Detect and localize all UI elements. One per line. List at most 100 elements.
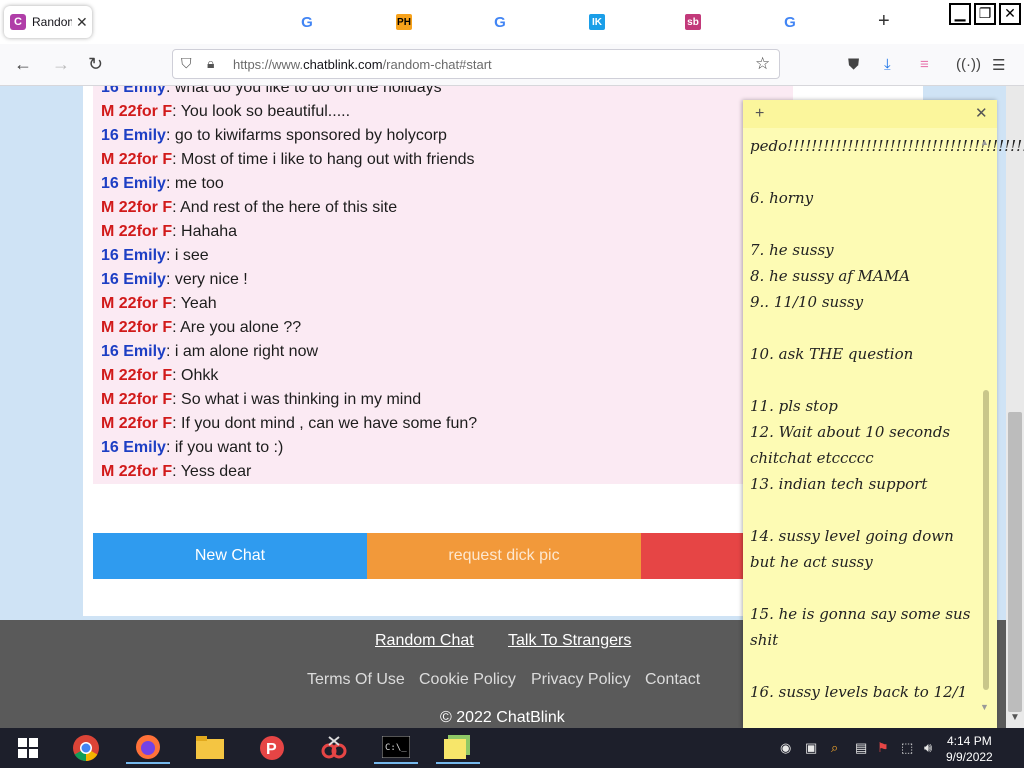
taskbar-clock[interactable]: 4:14 PM 9/9/2022 <box>946 733 993 765</box>
taskbar: P C:\_ ◉ ▣ ⌕ ▤ ⚑ ⬚ 🔊︎ 4:14 PM 9/9/2022 <box>0 728 1024 768</box>
tab-title: Random <box>32 15 72 29</box>
scroll-down-icon[interactable]: ▼ <box>1010 712 1020 723</box>
sticky-notes-icon[interactable] <box>436 732 480 764</box>
page-scrollbar-thumb[interactable] <box>1008 412 1022 712</box>
extension-flag-icon[interactable]: ≡ <box>920 56 929 73</box>
svg-text:C:\_: C:\_ <box>385 743 407 753</box>
chat-message: 16 Emily: if you want to :) <box>101 439 284 456</box>
note-line: 12. Wait about 10 seconds <box>750 423 951 441</box>
new-chat-button[interactable]: New Chat <box>93 533 367 579</box>
google-tab-icon[interactable]: G <box>782 14 798 31</box>
sb-tab-icon[interactable]: sb <box>685 14 701 30</box>
chat-message: M 22for F: You look so beautiful..... <box>101 103 351 120</box>
command-prompt-icon[interactable]: C:\_ <box>374 732 418 764</box>
chat-message: M 22for F: Are you alone ?? <box>101 319 302 336</box>
copyright-text: © 2022 ChatBlink <box>440 709 565 726</box>
back-icon[interactable]: ← <box>14 54 32 75</box>
chat-message: M 22for F: And rest of the here of this … <box>101 199 398 216</box>
note-line: 10. ask THE question <box>750 345 914 363</box>
windows-start-icon[interactable] <box>6 732 50 764</box>
add-note-icon[interactable]: + <box>755 105 764 123</box>
note-line: 15. he is gonna say some sus <box>750 605 971 623</box>
note-line: 9.. 11/10 sussy <box>750 293 864 311</box>
new-tab-icon[interactable]: + <box>878 10 890 33</box>
url-bar[interactable]: ⛉ 🔒︎ https://www.chatblink.com/random-ch… <box>172 49 780 79</box>
clock-time: 4:14 PM <box>947 734 992 748</box>
extension-icon[interactable]: ((·)) <box>956 56 981 73</box>
bookmark-star-icon[interactable]: ☆ <box>755 54 770 74</box>
note-line: 14. sussy level going down <box>750 527 954 545</box>
firefox-icon[interactable] <box>126 732 170 764</box>
chat-message: 16 Emily: me too <box>101 175 224 192</box>
note-line: but he act sussy <box>750 553 873 571</box>
footer-link-cookie[interactable]: Cookie Policy <box>419 671 516 689</box>
close-window-icon[interactable]: ✕ <box>999 3 1021 25</box>
note-line[interactable]: 16. sussy levels back to 12/1 <box>750 683 967 701</box>
note-line: 7. he sussy <box>750 241 834 259</box>
chat-message: 16 Emily: i see <box>101 247 209 264</box>
note-scrollbar-thumb[interactable] <box>983 390 989 690</box>
note-line: chitchat etccccc <box>750 449 874 467</box>
sticky-note-header[interactable] <box>743 100 997 128</box>
navigation-bar: ← → ↻ ⛉ 🔒︎ https://www.chatblink.com/ran… <box>0 44 1024 86</box>
tray-app-icon[interactable]: ▤ <box>855 740 867 756</box>
url-text[interactable]: https://www.chatblink.com/random-chat#st… <box>233 57 492 72</box>
chatblink-favicon-icon: C <box>10 14 26 30</box>
tray-flag-icon[interactable]: ⚑ <box>877 740 889 756</box>
forward-icon[interactable]: → <box>52 54 70 75</box>
note-scroll-down-icon[interactable]: ▼ <box>980 702 989 712</box>
tab-strip: C Random ✕ G PH G IK sb G + ▁ ❐ ✕ <box>0 0 1024 44</box>
sticky-note[interactable]: + ✕ pedo!!!!!!!!!!!!!!!!!!!!!!!!!!!!!!!!… <box>743 100 1024 728</box>
google-tab-icon[interactable]: G <box>299 14 315 31</box>
footer-link-talk-to-strangers[interactable]: Talk To Strangers <box>508 632 631 650</box>
chat-message: M 22for F: If you dont mind , can we hav… <box>101 415 478 432</box>
menu-icon[interactable]: ☰ <box>992 56 1005 74</box>
tray-app-icon[interactable]: ▣ <box>805 740 817 756</box>
reload-icon[interactable]: ↻ <box>88 54 103 75</box>
minimize-icon[interactable]: ▁ <box>949 3 971 25</box>
request-button[interactable]: request dick pic <box>367 533 641 579</box>
ik-tab-icon[interactable]: IK <box>589 14 605 30</box>
chat-message: 16 Emily: i am alone right now <box>101 343 319 360</box>
download-icon[interactable]: ⤓ <box>884 56 891 73</box>
google-tab-icon[interactable]: G <box>492 14 508 31</box>
note-line: 11. pls stop <box>750 397 838 415</box>
note-line: 6. horny <box>750 189 814 207</box>
restore-icon[interactable]: ❐ <box>974 3 996 25</box>
svg-text:P: P <box>266 741 277 758</box>
close-tab-icon[interactable]: ✕ <box>76 14 88 31</box>
ph-tab-icon[interactable]: PH <box>396 14 412 30</box>
chat-message: 16 Emily: what do you like to do on the … <box>101 86 442 96</box>
footer-link-contact[interactable]: Contact <box>645 671 700 689</box>
footer-link-terms[interactable]: Terms Of Use <box>307 671 405 689</box>
chat-message: M 22for F: Hahaha <box>101 223 238 240</box>
chat-message: M 22for F: Yess dear <box>101 463 252 480</box>
note-scroll-up-icon[interactable]: ▲ <box>980 137 989 147</box>
chat-message: M 22for F: Ohkk <box>101 367 219 384</box>
snipping-tool-icon[interactable] <box>312 732 356 764</box>
note-line: 8. he sussy af MAMA <box>750 267 911 285</box>
chat-message: M 22for F: Yeah <box>101 295 217 312</box>
footer-link-privacy[interactable]: Privacy Policy <box>531 671 631 689</box>
tab-active[interactable]: C Random ✕ <box>4 6 92 38</box>
third-action-button[interactable] <box>641 533 751 579</box>
paint-app-icon[interactable]: P <box>250 732 294 764</box>
network-icon[interactable]: ⬚ <box>901 740 913 756</box>
chat-message: M 22for F: So what i was thinking in my … <box>101 391 422 408</box>
close-note-icon[interactable]: ✕ <box>975 104 988 122</box>
chat-message: M 22for F: Most of time i like to hang o… <box>101 151 475 168</box>
tray-app-icon[interactable]: ◉ <box>780 740 791 756</box>
lock-icon[interactable]: 🔒︎ <box>207 55 214 72</box>
chat-message: 16 Emily: go to kiwifarms sponsored by h… <box>101 127 447 144</box>
chrome-icon[interactable] <box>64 732 108 764</box>
file-explorer-icon[interactable] <box>188 732 232 764</box>
volume-icon[interactable]: 🔊︎ <box>924 740 932 756</box>
tray-search-icon[interactable]: ⌕ <box>831 740 838 756</box>
pocket-icon[interactable]: ⛊ <box>848 56 859 73</box>
clock-date: 9/9/2022 <box>946 750 993 764</box>
note-line: 13. indian tech support <box>750 475 928 493</box>
chat-message: 16 Emily: very nice ! <box>101 271 248 288</box>
shield-icon[interactable]: ⛉ <box>181 55 192 72</box>
footer-link-random-chat[interactable]: Random Chat <box>375 632 474 650</box>
note-line: shit <box>750 631 779 649</box>
